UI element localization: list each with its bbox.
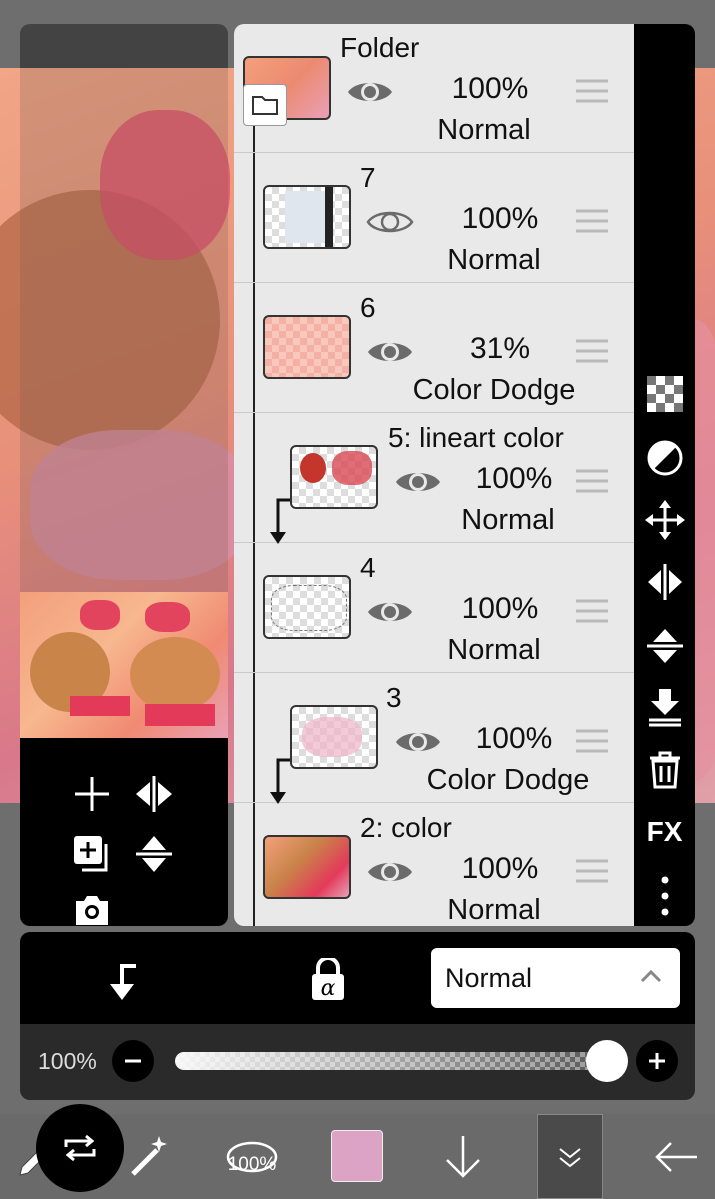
visibility-eye-icon[interactable] bbox=[346, 74, 394, 110]
layer-row-6[interactable]: 6 31% Color Dodge bbox=[234, 284, 634, 413]
visibility-eye-icon[interactable] bbox=[394, 724, 442, 760]
layer-opacity: 100% bbox=[461, 852, 539, 885]
layer-blend-mode: Normal bbox=[437, 114, 531, 146]
layer-thumbnail bbox=[290, 705, 378, 769]
layer-thumbnail bbox=[263, 185, 351, 249]
add-layer-icon[interactable] bbox=[70, 772, 114, 816]
layer-name: 7 bbox=[360, 162, 376, 193]
opacity-slider-thumb[interactable] bbox=[586, 1040, 628, 1082]
flip-vertical-icon[interactable] bbox=[634, 620, 695, 672]
layer-blend-mode: Color Dodge bbox=[426, 764, 590, 796]
clipping-toggle-icon[interactable] bbox=[100, 958, 146, 1002]
layer-opacity: 31% bbox=[469, 332, 531, 365]
more-options-icon[interactable] bbox=[634, 870, 695, 922]
layer-blend-mode: Normal bbox=[447, 634, 541, 666]
layer-list: Folder 100% Normal 7 100% Normal 6 31% C… bbox=[234, 24, 634, 926]
double-chevron-down-icon bbox=[559, 1147, 581, 1167]
layer-row-4[interactable]: 4 100% Normal bbox=[234, 544, 634, 673]
layer-opacity: 100% bbox=[461, 202, 539, 235]
layer-action-bar: α Normal bbox=[20, 932, 695, 1024]
alpha-lock-icon[interactable]: α bbox=[308, 956, 348, 1002]
transparent-fill-icon[interactable] bbox=[634, 368, 695, 420]
layer-thumbnail bbox=[263, 315, 351, 379]
visibility-eye-off-icon[interactable] bbox=[366, 204, 414, 240]
navigator-panel bbox=[20, 24, 228, 926]
chevron-up-icon bbox=[640, 969, 662, 983]
layer-row-5-lineart-color[interactable]: 5: lineart color 100% Normal bbox=[234, 414, 634, 544]
layer-opacity: 100% bbox=[475, 462, 553, 495]
undo-redo-toggle-button[interactable] bbox=[36, 1104, 124, 1192]
magic-wand-icon[interactable] bbox=[120, 1114, 180, 1199]
folder-icon bbox=[243, 84, 287, 126]
layer-row-7[interactable]: 7 100% Normal bbox=[234, 154, 634, 283]
fx-button[interactable]: FX bbox=[634, 806, 695, 858]
navigator-thumbnail[interactable] bbox=[20, 592, 228, 738]
blend-mode-value: Normal bbox=[445, 963, 533, 993]
svg-text:α: α bbox=[321, 976, 336, 1001]
layer-name: 3 bbox=[386, 682, 402, 713]
current-color-swatch[interactable] bbox=[331, 1130, 383, 1182]
layer-row-2-color[interactable]: 2: color 100% Normal bbox=[234, 804, 634, 926]
flip-vertical-icon[interactable] bbox=[132, 832, 176, 876]
duplicate-layer-icon[interactable] bbox=[70, 832, 114, 876]
layer-opacity: 100% bbox=[475, 722, 553, 755]
drag-handle-icon[interactable] bbox=[576, 858, 608, 884]
opacity-decrease-button[interactable] bbox=[112, 1040, 154, 1082]
merge-down-icon[interactable] bbox=[634, 682, 695, 734]
drag-handle-icon[interactable] bbox=[576, 728, 608, 754]
layer-thumbnail bbox=[290, 445, 378, 509]
layer-blend-mode: Normal bbox=[461, 504, 555, 536]
drag-handle-icon[interactable] bbox=[576, 338, 608, 364]
layer-blend-mode: Normal bbox=[447, 894, 541, 926]
layer-opacity-bar: 100% bbox=[20, 1024, 695, 1100]
flip-horizontal-icon[interactable] bbox=[634, 556, 695, 608]
opacity-increase-button[interactable] bbox=[636, 1040, 678, 1082]
visibility-eye-icon[interactable] bbox=[366, 854, 414, 890]
camera-icon[interactable] bbox=[70, 888, 114, 926]
layer-name: 2: color bbox=[360, 812, 452, 843]
layer-thumbnail bbox=[263, 835, 351, 899]
layer-name: 6 bbox=[360, 292, 376, 323]
swap-icon bbox=[64, 1134, 96, 1162]
blend-mode-select[interactable]: Normal bbox=[431, 948, 680, 1008]
layer-opacity: 100% bbox=[461, 592, 539, 625]
drag-handle-icon[interactable] bbox=[576, 78, 608, 104]
visibility-eye-icon[interactable] bbox=[366, 334, 414, 370]
layer-blend-mode: Normal bbox=[447, 244, 541, 276]
layer-thumbnail bbox=[263, 575, 351, 639]
layer-tools-toolbar: FX bbox=[634, 24, 695, 926]
trash-icon[interactable] bbox=[634, 744, 695, 796]
layer-row-folder[interactable]: Folder 100% Normal bbox=[234, 24, 634, 153]
layer-name: 4 bbox=[360, 552, 376, 583]
layer-panel-toggle-button[interactable] bbox=[537, 1114, 603, 1199]
opacity-value-label: 100% bbox=[38, 1048, 97, 1074]
back-arrow-icon[interactable] bbox=[648, 1114, 704, 1199]
layer-blend-mode: Color Dodge bbox=[412, 374, 576, 406]
brush-size-label: 100% bbox=[227, 1154, 277, 1175]
brush-size-button[interactable]: 100% bbox=[216, 1114, 288, 1199]
opacity-slider-track[interactable] bbox=[175, 1052, 615, 1070]
move-icon[interactable] bbox=[634, 494, 695, 546]
flip-horizontal-icon[interactable] bbox=[132, 772, 176, 816]
visibility-eye-icon[interactable] bbox=[394, 464, 442, 500]
drag-handle-icon[interactable] bbox=[576, 468, 608, 494]
layer-name: Folder bbox=[340, 32, 420, 63]
visibility-eye-icon[interactable] bbox=[366, 594, 414, 630]
layer-opacity: 100% bbox=[451, 72, 529, 105]
drag-handle-icon[interactable] bbox=[576, 208, 608, 234]
layer-name: 5: lineart color bbox=[388, 422, 564, 453]
main-toolbar: 100% bbox=[0, 1104, 715, 1199]
layer-row-3[interactable]: 3 100% Color Dodge bbox=[234, 674, 634, 804]
drag-handle-icon[interactable] bbox=[576, 598, 608, 624]
navigator-tools bbox=[20, 738, 228, 926]
arrow-down-icon[interactable] bbox=[436, 1114, 490, 1199]
invert-color-icon[interactable] bbox=[634, 432, 695, 484]
